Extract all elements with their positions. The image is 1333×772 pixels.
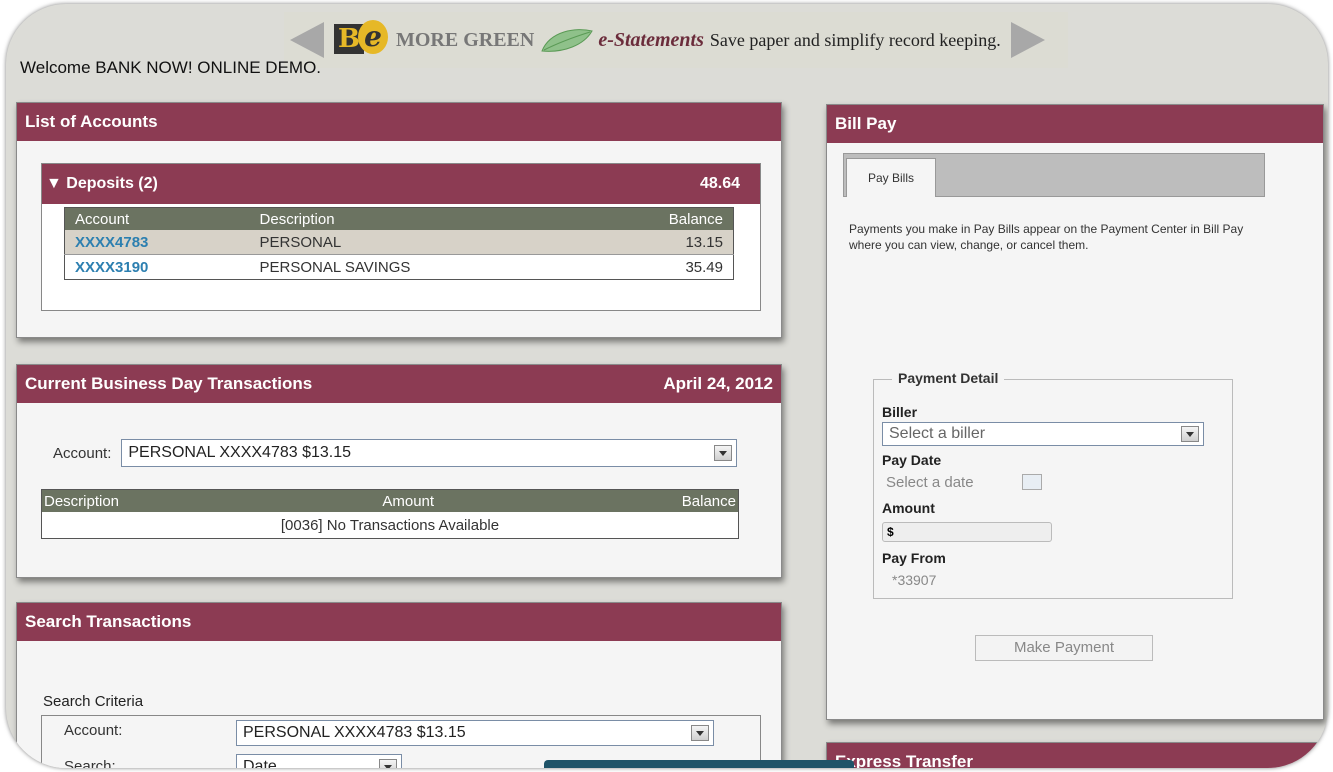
pay-from-label: Pay From [882, 550, 946, 566]
biller-select[interactable]: Select a biller [882, 422, 1204, 446]
column-header-description: Description [41, 489, 183, 512]
amount-input[interactable]: $ [882, 522, 1052, 542]
no-transactions-message: [0036] No Transactions Available [41, 512, 739, 539]
bill-pay-panel: Bill Pay Pay Bills Payments you make in … [826, 104, 1324, 720]
cbd-account-value: PERSONAL XXXX4783 $13.15 [128, 444, 352, 461]
estatements-banner[interactable]: B e MORE GREEN e-Statements Save paper a… [284, 12, 1068, 68]
pay-date-value[interactable]: Select a date [886, 474, 974, 491]
express-transfer-panel: Express Transfer [826, 742, 1324, 768]
welcome-message: Welcome BANK NOW! ONLINE DEMO. [20, 58, 322, 77]
amount-label: Amount [882, 500, 935, 516]
search-panel-title: Search Transactions [17, 603, 781, 641]
bill-pay-info: Payments you make in Pay Bills appear on… [849, 222, 1244, 252]
search-type-label: Search: [64, 758, 116, 768]
tab-pay-bills[interactable]: Pay Bills [846, 158, 936, 197]
column-header-balance: Balance [634, 489, 739, 512]
bill-pay-tabs: Pay Bills [843, 153, 1265, 197]
column-header-balance: Balance [586, 207, 734, 230]
make-payment-button[interactable]: Make Payment [975, 635, 1153, 661]
cbd-panel-title: Current Business Day Transactions [25, 374, 313, 393]
accounts-panel: List of Accounts ▼ Deposits (2) 48.64 Ac… [16, 102, 782, 338]
cbd-account-row: Account: PERSONAL XXXX4783 $13.15 [53, 439, 738, 467]
chevron-down-icon[interactable] [1181, 426, 1199, 442]
express-transfer-title: Express Transfer [827, 743, 1323, 768]
transactions-table: Description Amount Balance [0036] No Tra… [41, 489, 739, 539]
chevron-down-icon[interactable] [691, 725, 709, 741]
account-link[interactable]: XXXX3190 [64, 254, 250, 280]
current-business-day-panel: Current Business Day Transactions April … [16, 364, 782, 578]
deposits-group-total: 48.64 [699, 175, 740, 192]
biller-label: Biller [882, 404, 918, 420]
search-type-select[interactable]: Date [236, 754, 402, 768]
account-balance: 13.15 [586, 230, 734, 255]
table-row: [0036] No Transactions Available [41, 512, 739, 539]
table-row: XXXX3190 PERSONAL SAVINGS 35.49 [64, 254, 734, 280]
search-criteria-label: Search Criteria [43, 693, 144, 710]
search-account-value: PERSONAL XXXX4783 $13.15 [243, 724, 466, 741]
chevron-down-icon[interactable] [379, 759, 397, 768]
account-description: PERSONAL [249, 230, 587, 255]
bill-pay-panel-title: Bill Pay [827, 105, 1323, 143]
search-transactions-panel: Search Transactions Search Criteria Acco… [16, 602, 782, 768]
chevron-down-icon[interactable] [714, 445, 733, 461]
pay-date-label: Pay Date [882, 452, 942, 468]
column-header-description: Description [249, 207, 587, 230]
payment-detail-legend: Payment Detail [892, 370, 1005, 386]
account-link[interactable]: XXXX4783 [64, 230, 250, 255]
bottom-bar [544, 760, 854, 768]
banner-next-arrow-icon[interactable] [1010, 22, 1045, 58]
cbd-panel-header: Current Business Day Transactions April … [17, 365, 781, 403]
banner-estatements: e-Statements [598, 28, 704, 51]
biller-value: Select a biller [889, 425, 986, 442]
deposits-group-header[interactable]: ▼ Deposits (2) 48.64 [42, 164, 760, 204]
column-header-amount: Amount [182, 489, 635, 512]
column-header-account: Account [64, 207, 250, 230]
leaf-icon [541, 29, 594, 52]
be-logo: B e [334, 20, 390, 60]
accounts-table: Account Description Balance XXXX4783 PER… [64, 207, 734, 280]
cbd-account-label: Account: [53, 444, 112, 462]
account-description: PERSONAL SAVINGS [249, 254, 587, 280]
search-account-label: Account: [64, 722, 123, 739]
search-account-select[interactable]: PERSONAL XXXX4783 $13.15 [236, 720, 714, 746]
banner-tagline: Save paper and simplify record keeping. [709, 29, 1001, 50]
pay-from-value: *33907 [892, 572, 937, 588]
table-row: XXXX4783 PERSONAL 13.15 [64, 230, 734, 255]
payment-detail-fieldset: Payment Detail Biller Select a biller Pa… [873, 370, 1233, 599]
banner-prev-arrow-icon[interactable] [290, 22, 324, 58]
account-balance: 35.49 [586, 254, 734, 280]
accounts-panel-title: List of Accounts [17, 103, 781, 141]
deposits-group: ▼ Deposits (2) 48.64 Account Description… [41, 163, 761, 311]
cbd-date: April 24, 2012 [663, 374, 773, 393]
app-frame: B e MORE GREEN e-Statements Save paper a… [6, 4, 1328, 768]
cbd-account-select[interactable]: PERSONAL XXXX4783 $13.15 [121, 439, 738, 467]
deposits-group-label: ▼ Deposits (2) [46, 175, 158, 192]
calendar-icon[interactable] [1022, 474, 1042, 490]
search-type-value: Date [243, 758, 277, 768]
banner-more-green: MORE GREEN [396, 28, 535, 51]
